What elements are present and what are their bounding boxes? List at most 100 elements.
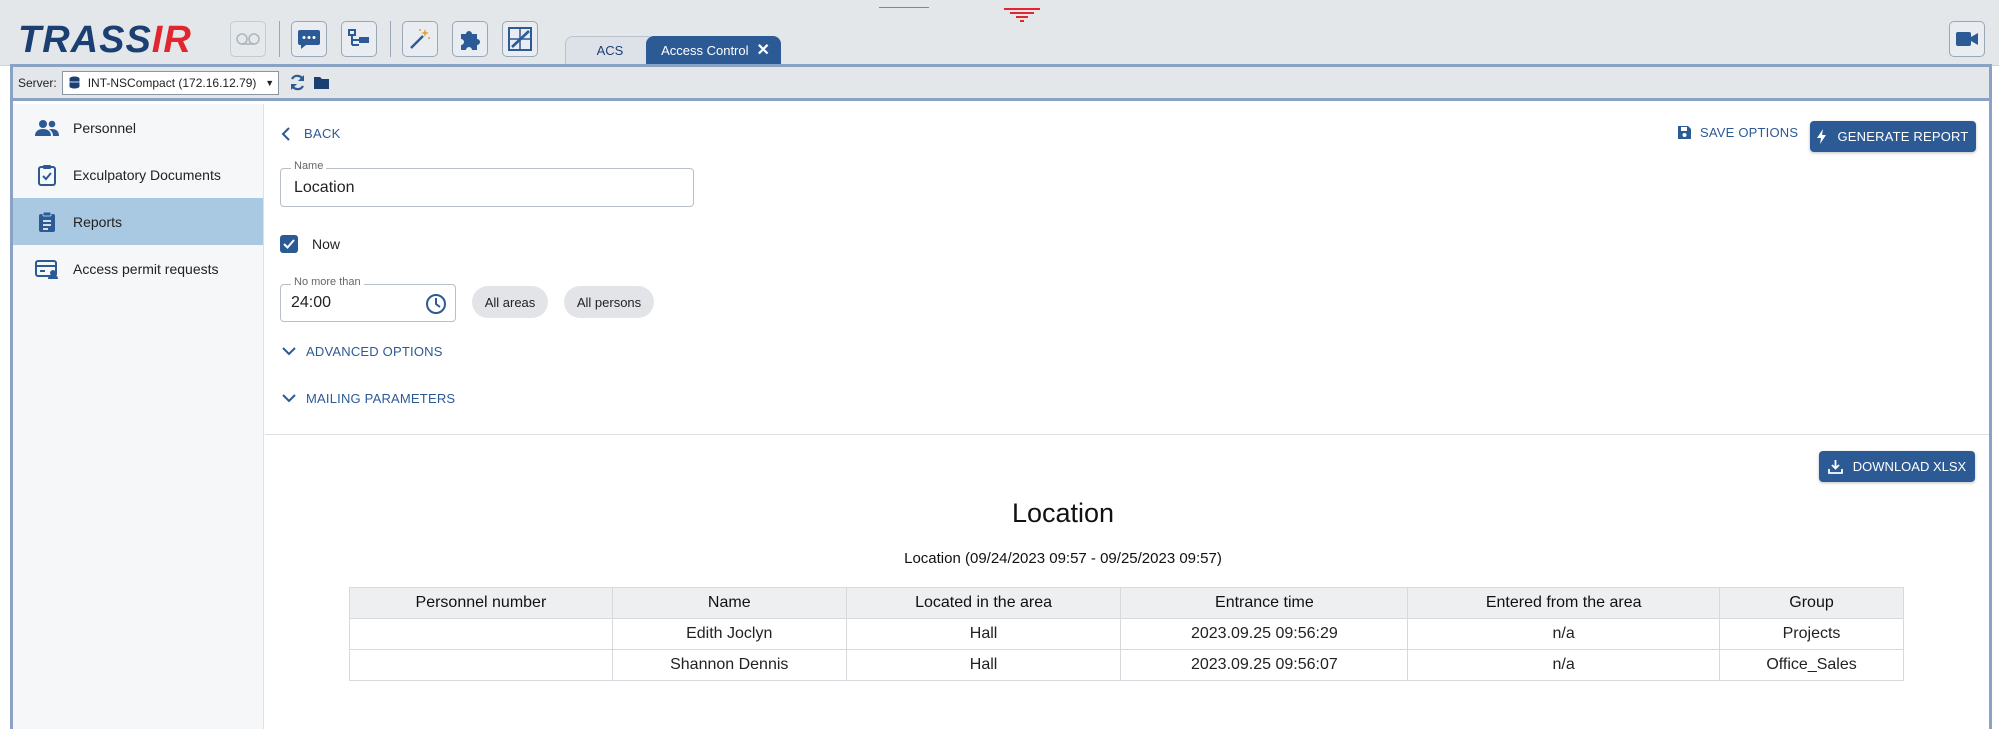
schema-button[interactable]: [341, 21, 377, 57]
tab-access-control[interactable]: Access Control ✕: [646, 36, 781, 64]
table-cell: [349, 618, 613, 650]
report-panel: BACK SAVE OPTIONS GENERATE REPORT Name L…: [265, 104, 1989, 729]
advanced-options-toggle[interactable]: ADVANCED OPTIONS: [282, 344, 443, 359]
puzzle-icon: [461, 31, 480, 50]
open-folder-button[interactable]: [312, 73, 332, 93]
table-cell: 2023.09.25 09:56:07: [1120, 649, 1409, 681]
wizard-button[interactable]: [402, 21, 438, 57]
people-icon: [33, 119, 61, 137]
back-label: BACK: [304, 126, 341, 141]
top-toolbar: TRASSIR ACS Access Control ✕: [0, 0, 1999, 66]
server-select[interactable]: INT-NSCompact (172.16.12.79) ▼: [61, 70, 279, 95]
table-row: Edith Joclyn Hall 2023.09.25 09:56:29 n/…: [349, 618, 1904, 650]
chart-edit-icon: [508, 27, 532, 51]
all-persons-chip[interactable]: All persons: [564, 286, 654, 318]
table-cell: 2023.09.25 09:56:29: [1120, 618, 1409, 650]
chat-icon: [298, 30, 320, 49]
window-drag-handle[interactable]: [879, 7, 929, 8]
sidebar-item-exculpatory-documents[interactable]: Exculpatory Documents: [13, 151, 263, 198]
table-cell: [349, 649, 613, 681]
table-cell: Projects: [1719, 618, 1904, 650]
time-limit-value: 24:00: [291, 294, 332, 311]
column-header: Entered from the area: [1407, 587, 1721, 619]
save-options-label: SAVE OPTIONS: [1700, 125, 1799, 140]
refresh-icon: [291, 74, 305, 91]
tab-acs[interactable]: ACS: [565, 36, 655, 64]
voicemail-button[interactable]: [230, 21, 266, 57]
id-card-icon: [33, 259, 61, 279]
chevron-down-icon: ▼: [265, 77, 275, 88]
generate-report-button[interactable]: GENERATE REPORT: [1810, 121, 1976, 152]
chevron-left-icon: [281, 126, 290, 141]
sidebar-item-access-permit-requests[interactable]: Access permit requests: [13, 245, 263, 292]
name-field-value: Location: [294, 179, 355, 196]
folder-icon: [314, 77, 330, 89]
magic-wand-icon: [410, 29, 430, 49]
schema-icon: [348, 29, 369, 46]
server-label: Server:: [18, 75, 57, 90]
chevron-down-icon: [282, 394, 296, 403]
sidebar-item-personnel[interactable]: Personnel: [13, 104, 263, 151]
table-cell: Office_Sales: [1719, 649, 1904, 681]
table-row: Shannon Dennis Hall 2023.09.25 09:56:07 …: [349, 649, 1904, 681]
download-icon: [1827, 460, 1843, 474]
report-icon: [33, 211, 61, 233]
now-checkbox[interactable]: [280, 235, 298, 253]
all-areas-chip[interactable]: All areas: [472, 286, 548, 318]
clock-icon[interactable]: [425, 293, 447, 315]
column-header: Located in the area: [845, 587, 1122, 619]
sidebar-item-label: Access permit requests: [73, 260, 219, 277]
plugins-button[interactable]: [452, 21, 488, 57]
chip-label: All areas: [484, 294, 536, 310]
now-checkbox-row[interactable]: Now: [280, 235, 340, 253]
toolbar-divider: [279, 21, 280, 57]
advanced-options-label: ADVANCED OPTIONS: [306, 344, 443, 359]
check-icon: [283, 239, 295, 249]
video-button[interactable]: [1949, 21, 1985, 57]
back-button[interactable]: BACK: [281, 126, 341, 141]
name-field-label: Name: [291, 160, 327, 172]
time-limit-label: No more than: [291, 276, 364, 288]
voicemail-icon: [236, 33, 260, 45]
chevron-down-icon: [282, 347, 296, 356]
table-header-row: Personnel number Name Located in the are…: [349, 587, 1904, 619]
table-cell: n/a: [1407, 618, 1721, 650]
report-title: Location: [1011, 498, 1115, 528]
tab-label: Access Control: [661, 42, 749, 58]
name-field[interactable]: Name Location: [280, 160, 694, 207]
collapse-indicator-icon[interactable]: [1004, 8, 1040, 22]
sidebar-item-label: Personnel: [73, 119, 137, 136]
column-header: Name: [611, 587, 847, 619]
sidebar-item-reports[interactable]: Reports: [13, 198, 263, 245]
download-xlsx-button[interactable]: DOWNLOAD XLSX: [1819, 451, 1975, 482]
messages-button[interactable]: [291, 21, 327, 57]
table-cell: Edith Joclyn: [611, 618, 847, 650]
refresh-button[interactable]: [288, 73, 308, 93]
table-cell: Hall: [845, 618, 1122, 650]
save-icon: [1678, 126, 1691, 139]
report-table: Personnel number Name Located in the are…: [349, 587, 1904, 681]
logo-text: TRASSIR: [18, 19, 192, 61]
mailing-parameters-toggle[interactable]: MAILING PARAMETERS: [282, 391, 455, 406]
mailing-parameters-label: MAILING PARAMETERS: [306, 391, 456, 406]
now-label: Now: [312, 236, 341, 252]
section-divider: [265, 434, 1989, 435]
chart-editor-button[interactable]: [502, 21, 538, 57]
column-header: Personnel number: [349, 587, 613, 619]
video-camera-icon: [1956, 32, 1978, 46]
time-limit-field[interactable]: No more than 24:00: [280, 276, 456, 322]
server-value: INT-NSCompact (172.16.12.79): [87, 75, 257, 90]
table-cell: Shannon Dennis: [611, 649, 847, 681]
sidebar: Personnel Exculpatory Documents Reports …: [13, 104, 264, 729]
column-header: Group: [1719, 587, 1904, 619]
table-cell: n/a: [1407, 649, 1721, 681]
close-icon[interactable]: ✕: [757, 40, 770, 60]
download-xlsx-label: DOWNLOAD XLSX: [1852, 459, 1967, 474]
generate-report-label: GENERATE REPORT: [1837, 129, 1969, 144]
sidebar-item-label: Reports: [73, 213, 123, 230]
column-header: Entrance time: [1120, 587, 1409, 619]
sidebar-item-label: Exculpatory Documents: [73, 166, 221, 183]
clipboard-check-icon: [33, 164, 61, 186]
save-options-button[interactable]: SAVE OPTIONS: [1677, 125, 1798, 140]
database-icon: [69, 76, 80, 89]
